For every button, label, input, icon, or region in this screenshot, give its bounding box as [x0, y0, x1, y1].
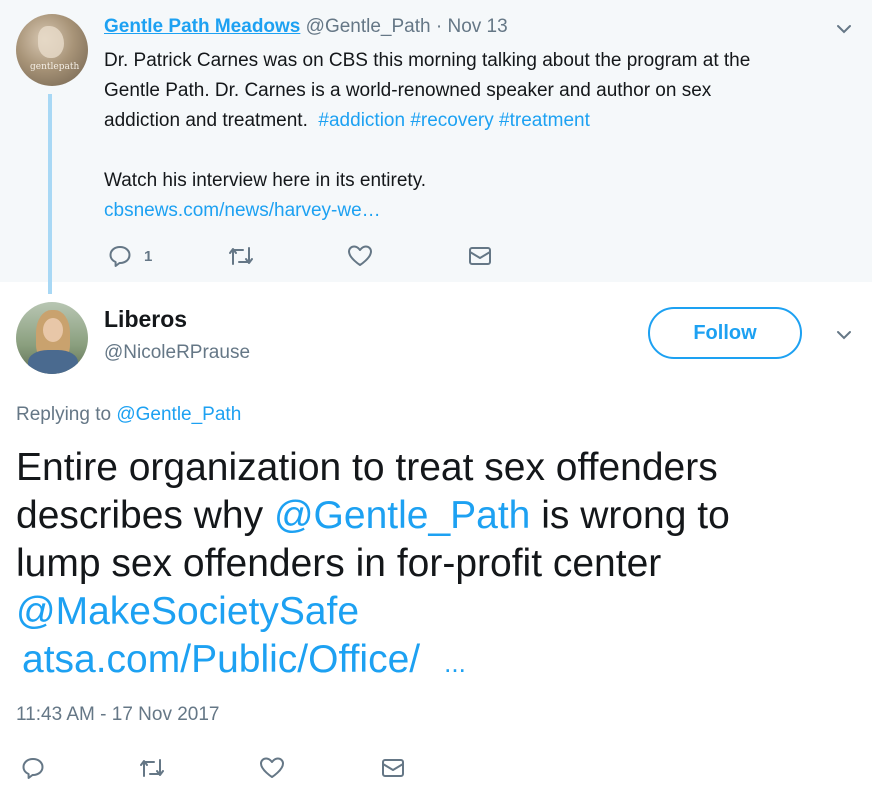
heart-icon	[260, 757, 284, 778]
separator: ·	[430, 16, 448, 37]
chevron-down-icon[interactable]	[835, 326, 853, 344]
retweet-icon	[140, 759, 164, 777]
mention-link[interactable]: @Gentle_Path	[116, 404, 241, 425]
reply-button[interactable]: 1	[108, 244, 152, 268]
like-button[interactable]	[259, 756, 285, 780]
tweet-text-line: Entire organization to treat sex offende…	[16, 446, 718, 489]
direct-message-button[interactable]	[468, 245, 492, 267]
display-name[interactable]: Liberos	[104, 306, 187, 333]
retweet-icon	[229, 247, 253, 265]
hashtag-link[interactable]: #recovery	[410, 110, 493, 131]
like-button[interactable]	[347, 244, 373, 268]
display-name[interactable]: Gentle Path Meadows	[104, 16, 300, 37]
ellipsis: ...	[444, 648, 466, 678]
url-link[interactable]: cbsnews.com/news/harvey-we…	[104, 196, 844, 226]
retweet-button[interactable]	[227, 244, 255, 268]
avatar-logo-text: gentlepath	[30, 62, 80, 72]
heart-icon	[348, 245, 372, 266]
reply-button[interactable]	[21, 756, 45, 780]
mention-link[interactable]: @MakeSocietySafe	[16, 588, 856, 636]
mention-link[interactable]: @Gentle_Path	[274, 494, 530, 537]
tweet-timestamp[interactable]: 11:43 AM - 17 Nov 2017	[16, 704, 220, 726]
url-link[interactable]: atsa.com/Public/Office/	[22, 638, 420, 681]
tweet-text: Dr. Patrick Carnes was on CBS this morni…	[104, 46, 844, 226]
handle[interactable]: @NicoleRPrause	[104, 342, 250, 364]
handle[interactable]: @Gentle_Path	[306, 16, 431, 37]
retweet-button[interactable]	[138, 756, 166, 780]
tweet-text-line: Dr. Patrick Carnes was on CBS this morni…	[104, 50, 751, 71]
replying-to: Replying to @Gentle_Path	[16, 404, 241, 426]
reply-icon	[22, 758, 44, 779]
tweet-text-fragment: addiction and treatment.	[104, 110, 308, 131]
avatar-body	[28, 350, 78, 374]
tweet-text-line: addiction and treatment. #addiction #rec…	[104, 106, 844, 136]
tweet-text: Entire organization to treat sex offende…	[16, 444, 856, 687]
chevron-down-icon[interactable]	[835, 20, 853, 38]
hashtag-link[interactable]: #addiction	[318, 110, 405, 131]
tweet-text-line: describes why @Gentle_Path is wrong to	[16, 492, 856, 540]
hashtag-link[interactable]: #treatment	[499, 110, 590, 131]
tweet-text-line: atsa.com/Public/Office/...	[16, 636, 856, 687]
follow-button[interactable]: Follow	[648, 307, 802, 359]
reply-count: 1	[144, 247, 153, 265]
tweet-text-line: lump sex offenders in for-profit center	[16, 542, 662, 585]
avatar-figure	[38, 26, 64, 58]
replying-to-label: Replying to	[16, 404, 112, 425]
tweet-header: Gentle Path Meadows @Gentle_Path · Nov 1…	[104, 16, 508, 38]
tweet-text-fragment: is wrong to	[541, 494, 730, 537]
tweet-text-line: Watch his interview here in its entirety…	[104, 170, 427, 191]
avatar[interactable]	[16, 302, 88, 374]
direct-message-button[interactable]	[381, 757, 405, 779]
thread-line	[48, 94, 52, 294]
avatar[interactable]: gentlepath	[16, 14, 88, 86]
tweet-date[interactable]: Nov 13	[447, 16, 507, 37]
reply-icon	[109, 246, 131, 267]
envelope-icon	[382, 759, 404, 777]
envelope-icon	[469, 247, 491, 265]
tweet-text-line: Gentle Path. Dr. Carnes is a world-renow…	[104, 80, 712, 101]
tweet-text-fragment: describes why	[16, 494, 264, 537]
avatar-face	[43, 318, 63, 342]
